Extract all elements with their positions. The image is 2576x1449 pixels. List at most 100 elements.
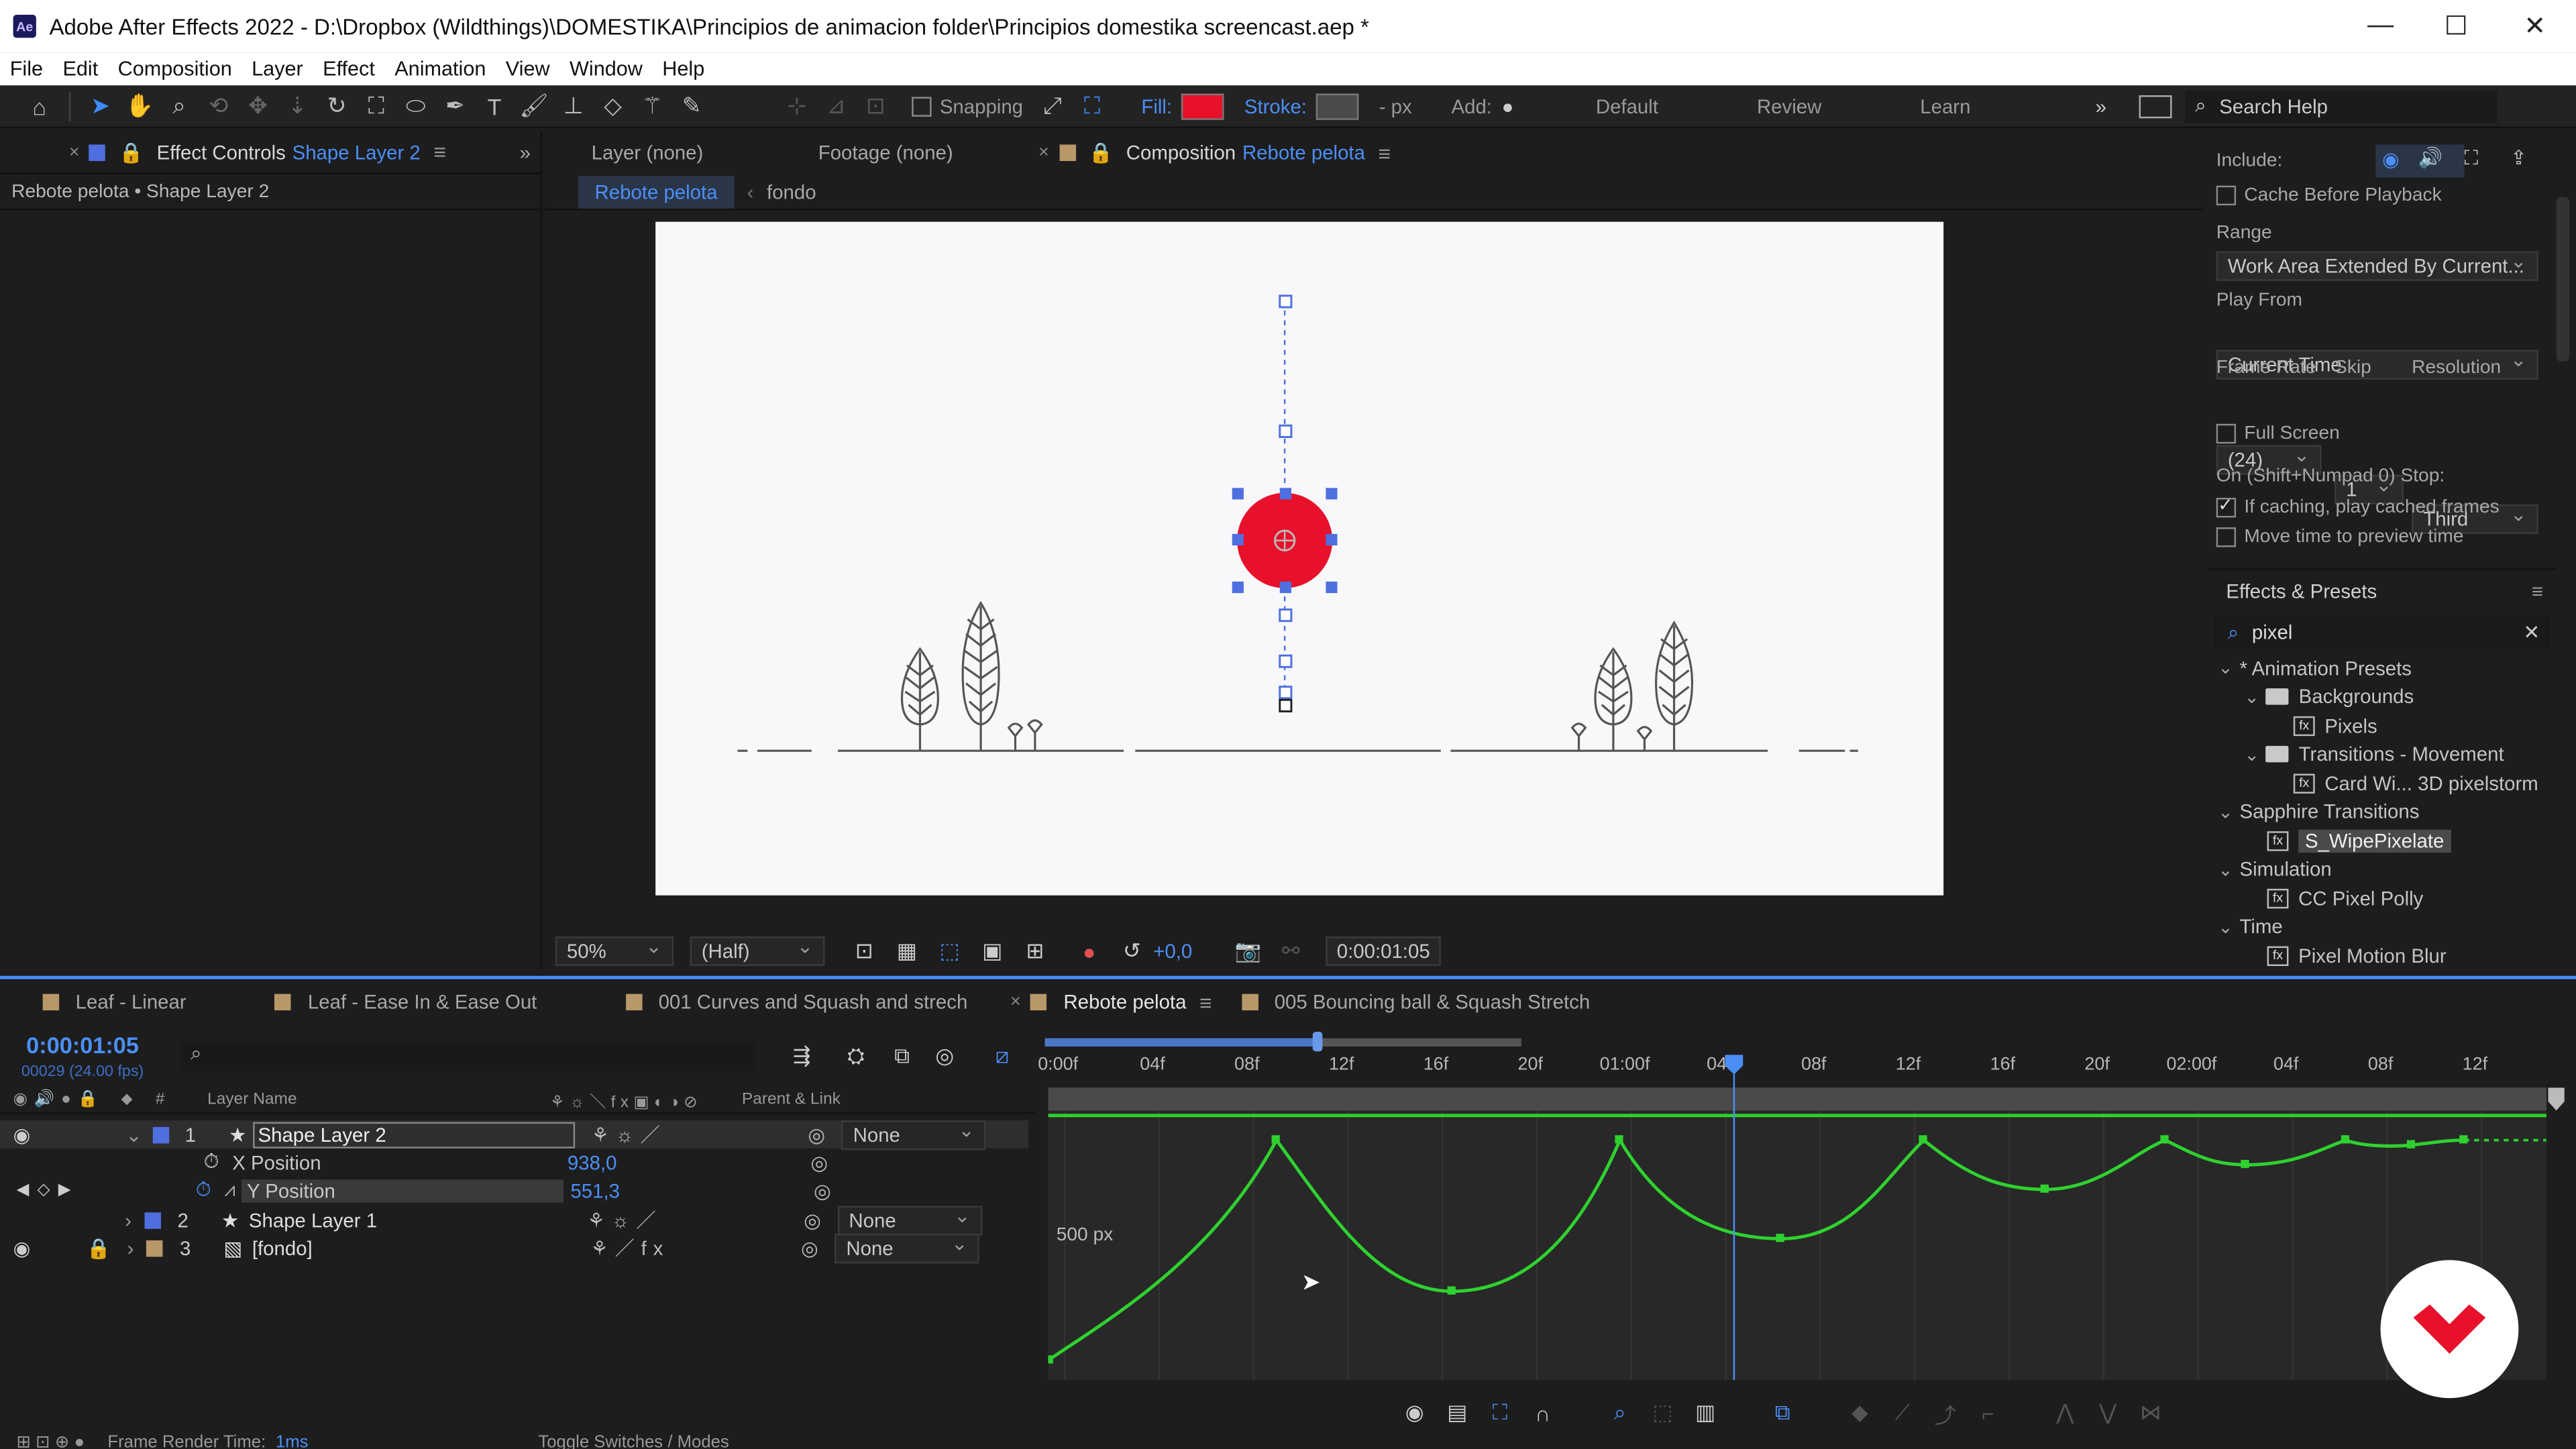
fit-selection-icon[interactable]: ⌕ xyxy=(1603,1398,1636,1428)
eraser-tool-icon[interactable]: ◇ xyxy=(593,87,633,126)
cache-checkbox[interactable] xyxy=(2216,185,2237,206)
menu-view[interactable]: View xyxy=(496,58,559,80)
easy-ease-icon[interactable]: ⌐ xyxy=(1972,1398,2004,1428)
workspace-layout-icon[interactable] xyxy=(2139,94,2172,118)
work-area-end-handle[interactable] xyxy=(2548,1087,2565,1111)
workspace-learn[interactable]: Learn xyxy=(1920,95,1970,117)
effect-controls-target[interactable]: Shape Layer 2 xyxy=(292,140,421,163)
ellipse-tool-icon[interactable]: ⬭ xyxy=(396,87,435,126)
current-time-display[interactable]: 0:00:01:05 xyxy=(26,1032,139,1058)
comp-mini-flowchart-icon[interactable]: ⇶ xyxy=(786,1042,818,1071)
parent-dropdown[interactable]: None xyxy=(841,1118,987,1150)
pan-behind-tool-icon[interactable]: ⛶ xyxy=(356,87,396,126)
footage-tab[interactable]: Footage (none) xyxy=(818,142,953,164)
menu-help[interactable]: Help xyxy=(653,58,714,80)
menu-window[interactable]: Window xyxy=(559,58,652,80)
comp-nav-fondo[interactable]: fondo xyxy=(767,180,816,203)
effects-tree-item[interactable]: fx Card Wi... 3D pixelstorm xyxy=(2208,769,2556,798)
effect-controls-tab-label[interactable]: Effect Controls xyxy=(157,140,286,163)
transparency-grid-icon[interactable]: ▦ xyxy=(890,936,923,966)
expand-arrow-icon[interactable]: › xyxy=(127,1236,134,1259)
search-help-box[interactable]: ⌕ Search Help xyxy=(2185,89,2498,123)
work-area-bar[interactable] xyxy=(1038,1025,2550,1055)
fit-all-icon[interactable]: ⬚ xyxy=(1646,1398,1679,1428)
layer-switches[interactable]: ⚘／fx xyxy=(590,1234,669,1262)
snapping-checkbox[interactable] xyxy=(912,96,932,116)
if-caching-checkbox[interactable] xyxy=(2216,494,2237,518)
dolly-camera-icon[interactable]: ⇣ xyxy=(278,87,317,126)
effects-tree-item[interactable]: ⌄ Backgrounds xyxy=(2208,683,2556,712)
exposure-value[interactable]: +0,0 xyxy=(1153,940,1192,963)
close-timeline-tab-icon[interactable]: × xyxy=(1010,992,1021,1012)
stroke-label[interactable]: Stroke: xyxy=(1244,95,1307,117)
timeline-tab[interactable]: 005 Bouncing ball & Squash Stretch xyxy=(1241,991,1590,1014)
separate-dimensions-icon[interactable]: ⧉ xyxy=(1766,1398,1799,1428)
property-value[interactable]: 551,3 xyxy=(570,1179,620,1201)
expand-arrow-icon[interactable]: ⌄ xyxy=(2218,657,2233,679)
parent-dropdown[interactable]: None xyxy=(835,1232,979,1263)
menu-effect[interactable]: Effect xyxy=(313,58,384,80)
stroke-width-value[interactable]: - px xyxy=(1379,95,1412,117)
lock-icon[interactable]: 🔒 xyxy=(119,140,144,163)
graph-include-icon[interactable]: ⩘ xyxy=(224,1178,235,1203)
layer-lock-icon[interactable]: 🔒 xyxy=(87,1236,111,1259)
stopwatch-active-icon[interactable]: ⏱ xyxy=(196,1178,211,1203)
snap-graph-icon[interactable]: ∩ xyxy=(1526,1398,1559,1428)
layer-name[interactable]: Shape Layer 2 xyxy=(253,1121,576,1148)
layer-name[interactable]: Shape Layer 1 xyxy=(249,1208,571,1231)
playhead-line[interactable] xyxy=(1733,1055,1735,1381)
magnification-dropdown[interactable]: 50% xyxy=(555,934,674,967)
full-screen-option[interactable]: Full Screen xyxy=(2216,423,2340,443)
transform-box-icon[interactable]: ⛶ xyxy=(1483,1398,1516,1428)
move-time-checkbox[interactable] xyxy=(2216,527,2237,547)
effects-tree-item[interactable]: ⌄ * Animation Presets xyxy=(2208,654,2556,683)
menu-file[interactable]: File xyxy=(0,58,53,80)
layer-label-color[interactable] xyxy=(152,1126,169,1143)
linear-keyframe-icon[interactable]: ⟋ xyxy=(1886,1398,1919,1428)
close-comp-tab-icon[interactable]: × xyxy=(1038,143,1049,162)
effects-tree-item[interactable]: fx Pixels xyxy=(2208,711,2556,740)
effects-presets-title[interactable]: Effects & Presets xyxy=(2226,580,2377,602)
menu-composition[interactable]: Composition xyxy=(108,58,242,80)
effects-menu-icon[interactable]: ≡ xyxy=(2532,580,2543,602)
pickwhip-icon[interactable]: ◎ xyxy=(801,1236,818,1259)
pickwhip-icon[interactable]: ◎ xyxy=(808,1123,825,1146)
visibility-eye-icon[interactable]: ◉ xyxy=(13,1123,31,1146)
hold-keyframe-icon[interactable]: ◆ xyxy=(1843,1398,1876,1428)
pen-tool-icon[interactable]: ✒ xyxy=(435,87,475,126)
view-axis-icon[interactable]: ⊡ xyxy=(856,87,896,126)
graph-editor[interactable]: 500 px xyxy=(1044,1110,2546,1381)
edit-keyframe-icon[interactable]: ▥ xyxy=(1689,1398,1722,1428)
snapshot-camera-icon[interactable]: 📷 xyxy=(1232,936,1265,966)
viewer-timecode[interactable]: 0:00:01:05 xyxy=(1325,936,1442,967)
stopwatch-icon[interactable]: ⏱ xyxy=(204,1150,219,1175)
time-ruler[interactable]: 0:00f 04f 08f 12f 16f 20f 01:00f 04f 08f 12f 16f 20… xyxy=(1038,1055,2550,1084)
effects-tree-item[interactable]: ⌄ Transitions - Movement xyxy=(2208,740,2556,769)
layer-row-shape-layer-1[interactable]: › 2 ★ Shape Layer 1 ⚘☼／ ◎ None xyxy=(0,1203,1028,1235)
composition-tab-name[interactable]: Rebote pelota xyxy=(1242,142,1365,164)
show-snapshot-icon[interactable]: ⚯ xyxy=(1275,936,1307,966)
timeline-tab[interactable]: 001 Curves and Squash and strech xyxy=(625,991,967,1014)
effects-tree-item[interactable]: fx CC Pixel Polly xyxy=(2208,884,2556,913)
fill-label[interactable]: Fill: xyxy=(1141,95,1172,117)
expand-arrow-icon[interactable]: ⌄ xyxy=(2218,916,2233,937)
frame-blending-icon[interactable]: ◎ xyxy=(928,1042,961,1071)
roto-brush-tool-icon[interactable]: ⚚ xyxy=(633,87,672,126)
property-row-y-position[interactable]: ◀ ◇ ▶ ⏱ ⩘ Y Position 551,3 ◎ xyxy=(0,1176,1028,1204)
expand-panels-icon[interactable]: » xyxy=(520,140,531,163)
fill-color-swatch[interactable] xyxy=(1181,93,1225,119)
brush-tool-icon[interactable]: 🖌 xyxy=(515,87,554,126)
move-time-option[interactable]: Move time to preview time xyxy=(2216,527,2463,547)
expand-arrow-icon[interactable]: ⌄ xyxy=(2244,744,2259,765)
layer-row-shape-layer-2[interactable]: ◉ ⌄ 1 ★ Shape Layer 2 ⚘☼／ ◎ None xyxy=(0,1118,1029,1150)
easy-ease-out-icon[interactable]: ⋁ xyxy=(2092,1398,2125,1428)
composition-canvas[interactable] xyxy=(655,221,1944,896)
visibility-eye-icon[interactable]: ◉ xyxy=(13,1236,31,1259)
layer-tab[interactable]: Layer (none) xyxy=(592,142,704,164)
maximize-button[interactable]: ☐ xyxy=(2418,0,2494,52)
resolution-dropdown[interactable]: (Half) xyxy=(690,934,825,967)
effects-tree-item[interactable]: ⌄ Sapphire Transitions xyxy=(2208,798,2556,826)
auto-bezier-icon[interactable]: ⤴ xyxy=(1929,1398,1962,1428)
parent-link-header[interactable]: Parent & Link xyxy=(742,1091,841,1109)
layer-switches[interactable]: ⚘☼／ xyxy=(592,1120,667,1148)
